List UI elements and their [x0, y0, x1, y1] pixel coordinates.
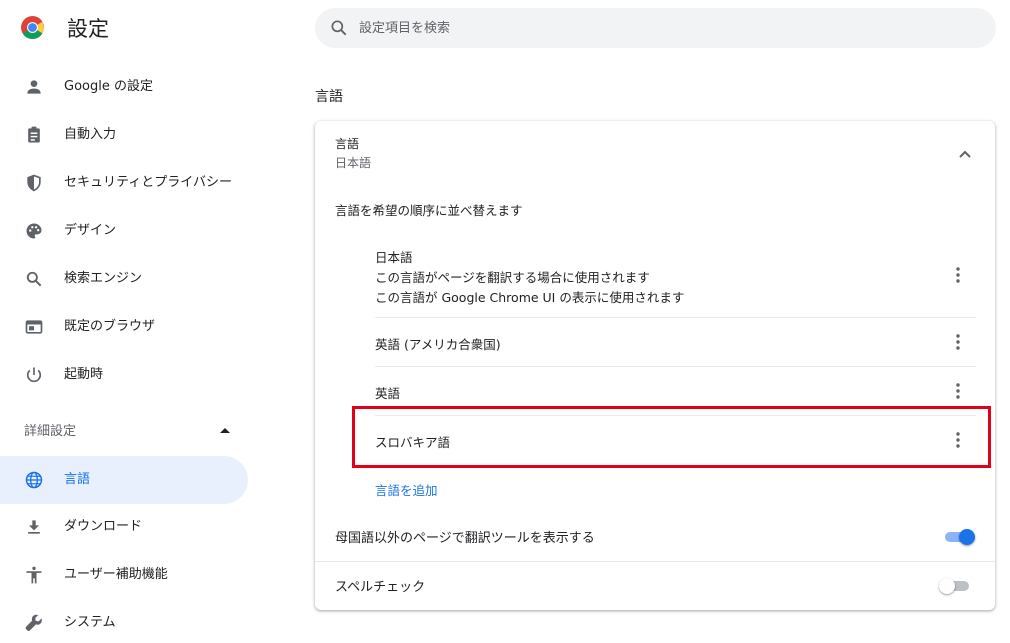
sidebar-item-label: 言語 — [64, 472, 91, 487]
power-icon — [23, 364, 45, 386]
highlight-annotation-box — [352, 406, 991, 468]
sidebar-item-accessibility[interactable]: ユーザー補助機能 — [0, 551, 248, 599]
sidebar-item-security-privacy[interactable]: セキュリティとプライバシー — [0, 159, 248, 207]
languages-header-label: 言語 — [335, 137, 360, 151]
advanced-section-toggle[interactable]: 詳細設定 — [24, 420, 238, 444]
sidebar-item-downloads[interactable]: ダウンロード — [0, 503, 248, 551]
language-name: 英語 (アメリカ合衆国) — [375, 337, 501, 352]
spellcheck-toggle[interactable] — [939, 578, 971, 594]
language-note: この言語がページを翻訳する場合に使用されます — [375, 270, 650, 285]
sidebar-item-default-browser[interactable]: 既定のブラウザ — [0, 303, 248, 351]
toggle-knob — [959, 529, 975, 545]
search-icon — [329, 18, 349, 38]
add-language-link[interactable]: 言語を追加 — [375, 480, 438, 499]
sidebar-item-label: 検索エンジン — [64, 271, 143, 286]
sidebar-item-system[interactable]: システム — [0, 599, 248, 643]
more-options-button[interactable] — [946, 379, 970, 403]
search-box[interactable] — [315, 8, 996, 48]
globe-icon — [23, 469, 45, 491]
divider — [375, 317, 976, 318]
language-name: 日本語 — [375, 250, 413, 265]
section-title: 言語 — [315, 89, 343, 105]
download-icon — [23, 516, 45, 538]
languages-card: 言語 日本語 言語を希望の順序に並べ替えます 日本語 この言語がページを翻訳する… — [315, 121, 995, 610]
clipboard-icon — [23, 124, 45, 146]
browser-window-icon — [23, 316, 45, 338]
sidebar-item-label: セキュリティとプライバシー — [64, 175, 232, 190]
sidebar-item-label: 既定のブラウザ — [64, 319, 156, 334]
sidebar-item-google-settings[interactable]: Google の設定 — [0, 63, 248, 111]
palette-icon — [23, 220, 45, 242]
sidebar-item-label: Google の設定 — [64, 79, 153, 94]
page-title: 設定 — [67, 17, 109, 41]
collapse-button[interactable] — [953, 143, 977, 163]
sidebar-item-label: 起動時 — [64, 367, 104, 382]
language-row-japanese: 日本語 この言語がページを翻訳する場合に使用されます この言語が Google … — [375, 247, 976, 305]
advanced-label: 詳細設定 — [24, 424, 77, 439]
sidebar-item-autofill[interactable]: 自動入力 — [0, 111, 248, 159]
language-row-english-us: 英語 (アメリカ合衆国) — [375, 332, 976, 356]
sidebar-item-label: 自動入力 — [64, 127, 117, 142]
spellcheck-label: スペルチェック — [335, 580, 426, 595]
divider — [315, 561, 995, 562]
shield-icon — [23, 172, 45, 194]
sidebar-item-on-startup[interactable]: 起動時 — [0, 351, 248, 399]
languages-header-value: 日本語 — [335, 156, 372, 170]
caret-up-icon — [220, 428, 230, 433]
sidebar-item-appearance[interactable]: デザイン — [0, 207, 248, 255]
more-options-button[interactable] — [946, 330, 970, 354]
chevron-up-icon — [958, 144, 972, 163]
sidebar-item-label: システム — [64, 615, 116, 630]
sidebar-item-languages[interactable]: 言語 — [0, 456, 248, 504]
language-name: 英語 — [375, 386, 401, 401]
more-options-button[interactable] — [946, 263, 970, 287]
toggle-knob — [939, 578, 955, 594]
search-input[interactable] — [359, 8, 959, 48]
language-row-english: 英語 — [375, 381, 976, 405]
sidebar-item-label: デザイン — [64, 223, 117, 238]
sidebar-item-label: ユーザー補助機能 — [64, 567, 168, 582]
person-icon — [23, 76, 45, 98]
translate-offer-label: 母国語以外のページで翻訳ツールを表示する — [335, 531, 595, 546]
reorder-instruction: 言語を希望の順序に並べ替えます — [335, 203, 523, 218]
sidebar-item-label: ダウンロード — [64, 519, 143, 534]
language-note: この言語が Google Chrome UI の表示に使用されます — [375, 290, 685, 305]
accessibility-icon — [23, 564, 45, 586]
wrench-icon — [23, 612, 45, 634]
translate-offer-toggle[interactable] — [943, 529, 975, 545]
sidebar-item-search-engine[interactable]: 検索エンジン — [0, 255, 248, 303]
search-icon — [23, 268, 45, 290]
chrome-logo-icon — [20, 15, 45, 40]
divider — [375, 366, 976, 367]
